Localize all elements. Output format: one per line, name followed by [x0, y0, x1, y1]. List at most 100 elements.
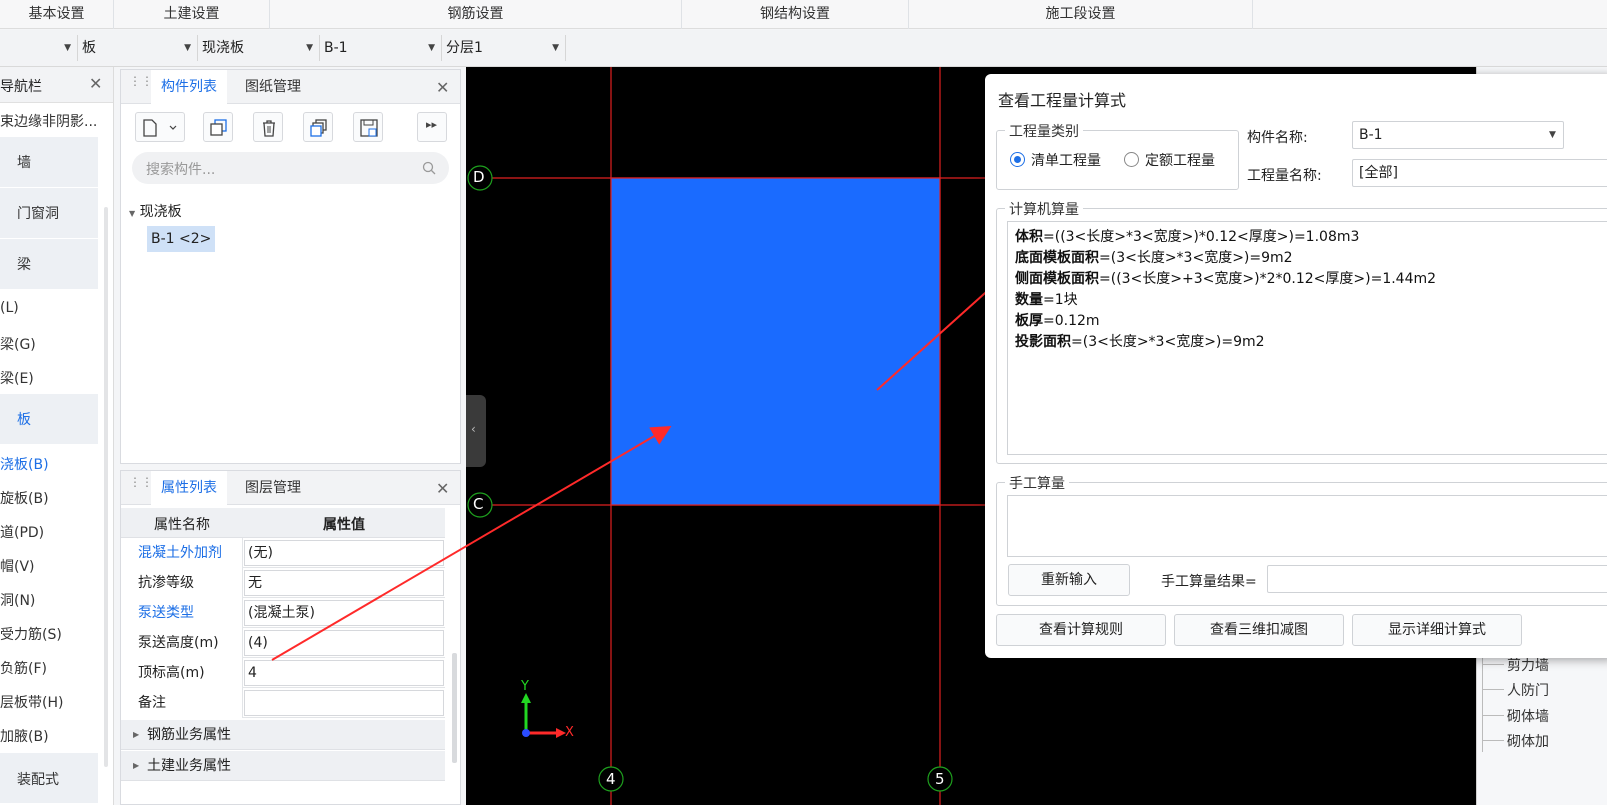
tab-drawing-management[interactable]: 图纸管理	[235, 70, 311, 104]
property-group-rebar[interactable]: ▶ 钢筋业务属性	[121, 720, 445, 750]
nav-item[interactable]: 洞(N)	[0, 590, 35, 610]
layer-select[interactable]: 分层1 ▼	[442, 35, 566, 61]
property-name: 抗渗等级	[121, 568, 243, 598]
computer-quantity-legend: 计算机算量	[1005, 199, 1083, 219]
property-group-civil[interactable]: ▶ 土建业务属性	[121, 751, 445, 781]
nav-item[interactable]: 层板带(H)	[0, 692, 63, 712]
nav-item[interactable]: 道(PD)	[0, 522, 44, 542]
tab-civil-settings[interactable]: 土建设置	[114, 0, 270, 29]
tab-construction-stage-settings[interactable]: 施工段设置	[909, 0, 1253, 29]
triangle-right-icon: ▶	[133, 730, 140, 739]
component-select[interactable]: B-1 ▼	[320, 35, 442, 61]
nav-category-prefab[interactable]: 装配式	[0, 753, 98, 803]
axis-label-c: C	[473, 495, 484, 513]
property-name: 混凝土外加剂	[121, 538, 243, 568]
right-list-item[interactable]: 砌体加	[1507, 731, 1549, 751]
nav-title: 导航栏	[0, 79, 42, 95]
tab-layer-management[interactable]: 图层管理	[235, 471, 311, 505]
copy-button[interactable]	[203, 112, 233, 142]
property-row: 泵送类型 (混凝土泵)	[121, 598, 445, 628]
drag-handle-icon[interactable]: ⋮⋮	[129, 476, 153, 497]
chevron-down-icon: ▼	[428, 43, 435, 53]
nav-item[interactable]: 负筋(F)	[0, 658, 47, 678]
right-list-item[interactable]: 剪力墙	[1507, 655, 1549, 675]
axis-label-4: 4	[606, 770, 616, 788]
search-input[interactable]: 搜索构件...	[132, 152, 449, 184]
right-list-item[interactable]: 人防门	[1507, 680, 1549, 700]
navigation-panel: 导航栏 ✕ 束边缘非阴影... 墙 门窗洞 梁 (L) 梁(G) 梁(E) 板 …	[0, 67, 114, 805]
nav-item[interactable]: (L)	[0, 300, 19, 316]
nav-category-label: 梁	[17, 257, 31, 273]
property-group-label: 钢筋业务属性	[147, 727, 231, 743]
nav-item[interactable]: 加腋(B)	[0, 726, 49, 746]
chevron-down-icon: ▼	[1549, 130, 1556, 140]
new-component-button[interactable]	[135, 112, 185, 142]
delete-button[interactable]	[253, 112, 283, 142]
column-header-value: 属性值	[323, 517, 365, 533]
triangle-right-icon: ▶	[133, 761, 140, 770]
reinput-button[interactable]: 重新输入	[1008, 564, 1130, 596]
close-icon[interactable]: ✕	[89, 74, 102, 93]
view-3d-deduction-button[interactable]: 查看三维扣减图	[1174, 614, 1344, 646]
nav-item-cast-slab[interactable]: 浇板(B)	[0, 454, 49, 474]
save-component-button[interactable]	[353, 112, 383, 142]
tab-component-list[interactable]: 构件列表	[151, 70, 227, 104]
scrollbar[interactable]	[452, 653, 457, 763]
quantity-name-label: 工程量名称:	[1247, 168, 1322, 184]
tab-steel-settings[interactable]: 钢结构设置	[682, 0, 909, 29]
nav-item[interactable]: 梁(G)	[0, 334, 36, 354]
more-button[interactable]: ▸▸	[417, 112, 447, 142]
nav-category-door-window[interactable]: 门窗洞	[0, 188, 98, 238]
tab-rebar-settings[interactable]: 钢筋设置	[270, 0, 682, 29]
tab-property-list[interactable]: 属性列表	[151, 471, 227, 505]
tab-basic-settings[interactable]: 基本设置	[0, 0, 114, 29]
manual-quantity-input[interactable]	[1007, 495, 1607, 557]
show-detailed-formula-button[interactable]: 显示详细计算式	[1352, 614, 1522, 646]
tree-item-b1[interactable]: B-1 <2>	[147, 226, 216, 252]
search-icon[interactable]	[422, 161, 436, 175]
nav-category-wall[interactable]: 墙	[0, 137, 98, 187]
property-value-field[interactable]: 4	[244, 660, 444, 686]
close-icon[interactable]: ✕	[436, 479, 449, 498]
tree-group[interactable]: ▼ 现浇板	[129, 201, 182, 221]
nav-item[interactable]: 帽(V)	[0, 556, 35, 576]
layer-select-value: 分层1	[446, 40, 483, 56]
property-value-field[interactable]: (混凝土泵)	[244, 600, 444, 626]
copy-to-floor-button[interactable]	[303, 112, 333, 142]
quantity-name-select[interactable]: [全部]	[1352, 159, 1607, 187]
formula-line-side-formwork: 侧面模板面积=((3<长度>+3<宽度>)*2*0.12<厚度>)=1.44m2	[1015, 271, 1437, 287]
floor-select[interactable]: ▼	[0, 35, 78, 61]
origin-point	[522, 729, 530, 737]
nav-item[interactable]: 受力筋(S)	[0, 624, 62, 644]
nav-category-label: 门窗洞	[17, 206, 59, 222]
close-icon[interactable]: ✕	[436, 78, 449, 97]
manual-result-label: 手工算量结果=	[1161, 574, 1257, 590]
nav-item-edge-member[interactable]: 束边缘非阴影...	[0, 111, 97, 131]
property-value-field[interactable]: (4)	[244, 630, 444, 656]
type-select[interactable]: 板 ▼	[78, 35, 198, 61]
nav-category-slab[interactable]: 板	[0, 394, 98, 444]
filter-bar: ▼ 板 ▼ 现浇板 ▼ B-1 ▼ 分层1 ▼	[0, 30, 1607, 67]
view-calc-rules-button[interactable]: 查看计算规则	[996, 614, 1166, 646]
property-value-field[interactable]: (无)	[244, 540, 444, 566]
nav-item[interactable]: 梁(E)	[0, 368, 34, 388]
scrollbar[interactable]	[104, 207, 108, 767]
property-value-field[interactable]	[244, 690, 444, 716]
property-row: 泵送高度(m) (4)	[121, 628, 445, 658]
nav-category-beam[interactable]: 梁	[0, 239, 98, 289]
drag-handle-icon[interactable]: ⋮⋮	[129, 75, 153, 96]
radio-label: 定额工程量	[1145, 153, 1215, 169]
right-list-item[interactable]: 砌体墙	[1507, 706, 1549, 726]
property-value-field[interactable]: 无	[244, 570, 444, 596]
radio-unchecked-icon	[1124, 152, 1139, 167]
chevron-down-icon: ▼	[64, 43, 71, 53]
collapse-panel-handle[interactable]: ‹	[466, 395, 486, 467]
quantity-category-group: 工程量类别 清单工程量 定额工程量	[996, 121, 1239, 190]
subtype-select[interactable]: 现浇板 ▼	[198, 35, 320, 61]
double-arrow-right-icon: ▸▸	[426, 118, 438, 131]
nav-item[interactable]: 旋板(B)	[0, 488, 49, 508]
formula-text-area[interactable]: 体积=((3<长度>*3<宽度>)*0.12<厚度>)=1.08m3 底面模板面…	[1007, 221, 1607, 455]
manual-result-field[interactable]	[1267, 565, 1607, 593]
slab-b1	[610, 177, 941, 506]
component-name-select[interactable]: B-1 ▼	[1352, 121, 1564, 149]
